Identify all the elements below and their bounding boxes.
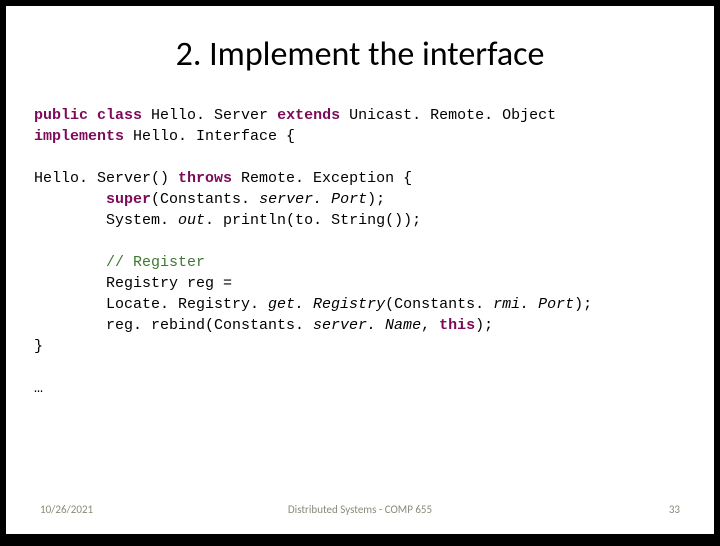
- txt-registry-decl: Registry reg =: [34, 275, 232, 292]
- code-block: public class Hello. Server extends Unica…: [34, 105, 686, 399]
- footer-center: Distributed Systems - COMP 655: [6, 503, 714, 516]
- txt-close-brace: }: [34, 338, 43, 355]
- txt-println1: System.: [34, 212, 178, 229]
- txt-class-name: Hello. Server: [151, 107, 277, 124]
- txt-interface: Hello. Interface {: [133, 128, 295, 145]
- slide-title: 2. Implement the interface: [34, 34, 686, 75]
- slide-footer: 10/26/2021 Distributed Systems - COMP 65…: [6, 503, 714, 516]
- it-get-registry: get. Registry: [268, 296, 385, 313]
- txt-exception: Remote. Exception {: [241, 170, 412, 187]
- txt-comma: ,: [421, 317, 439, 334]
- kw-extends: extends: [277, 107, 349, 124]
- kw-public-class: public class: [34, 107, 151, 124]
- comment-register: // Register: [106, 254, 205, 271]
- kw-throws: throws: [178, 170, 241, 187]
- it-server-port: server. Port: [259, 191, 367, 208]
- kw-this: this: [439, 317, 475, 334]
- txt-paren3: );: [475, 317, 493, 334]
- kw-implements: implements: [34, 128, 133, 145]
- slide: 2. Implement the interface public class …: [6, 6, 714, 534]
- txt-super-arg1: (Constants.: [151, 191, 259, 208]
- txt-rebind1: reg. rebind(Constants.: [34, 317, 313, 334]
- kw-super: super: [106, 191, 151, 208]
- it-rmi-port: rmi. Port: [493, 296, 574, 313]
- txt-paren2: );: [574, 296, 592, 313]
- txt-locate2: (Constants.: [385, 296, 493, 313]
- it-server-name: server. Name: [313, 317, 421, 334]
- txt-ctor: Hello. Server(): [34, 170, 178, 187]
- indent2: [34, 254, 106, 271]
- txt-println2: . println(to. String());: [205, 212, 421, 229]
- txt-paren1: );: [367, 191, 385, 208]
- it-out: out: [178, 212, 205, 229]
- txt-ellipsis: …: [34, 380, 43, 397]
- txt-superclass: Unicast. Remote. Object: [349, 107, 556, 124]
- indent: [34, 191, 106, 208]
- txt-locate1: Locate. Registry.: [34, 296, 268, 313]
